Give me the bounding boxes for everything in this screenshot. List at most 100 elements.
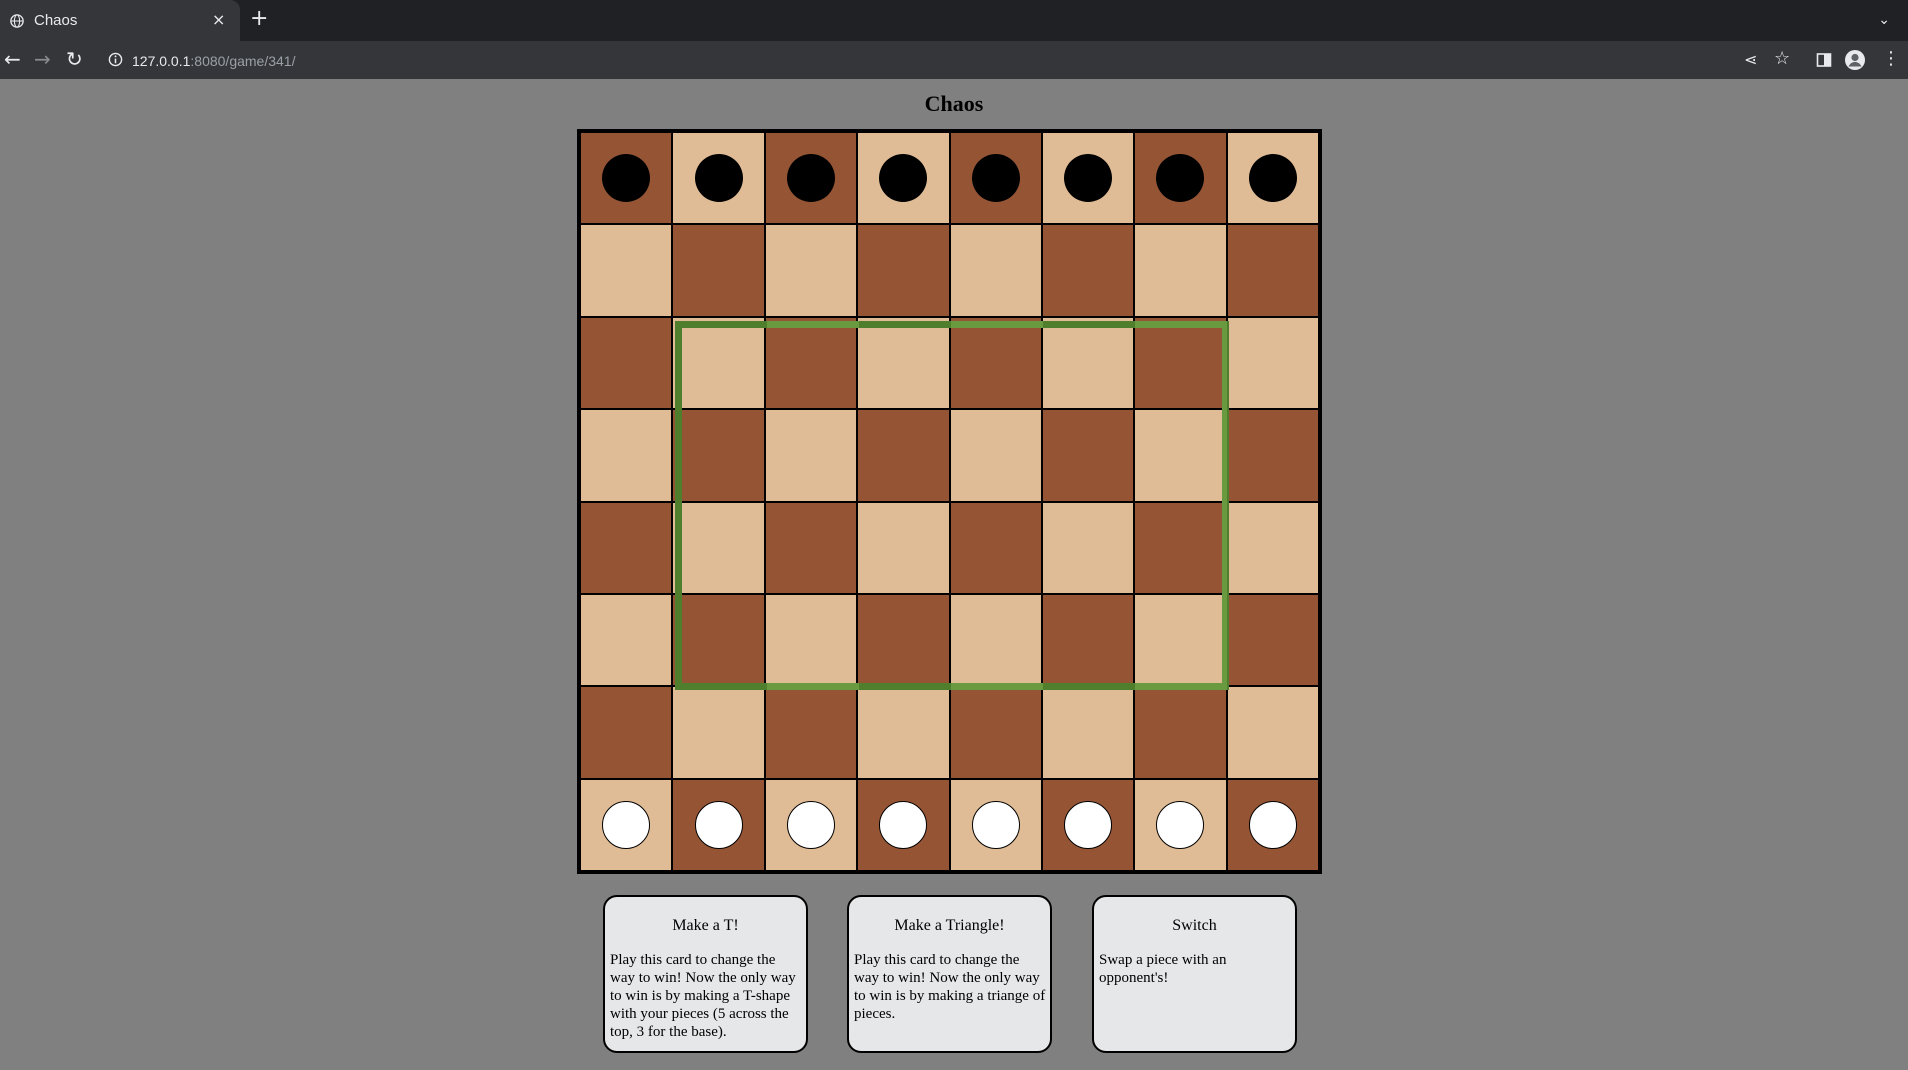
board-square[interactable]: [1135, 502, 1226, 593]
board-square[interactable]: [950, 779, 1041, 870]
board-square[interactable]: [1227, 410, 1318, 501]
board-square[interactable]: [1135, 410, 1226, 501]
board-square[interactable]: [581, 225, 672, 316]
bookmark-star-icon[interactable]: ☆: [1774, 48, 1790, 69]
board-square[interactable]: [1042, 133, 1134, 224]
white-piece[interactable]: [602, 800, 651, 849]
black-piece[interactable]: [1156, 154, 1205, 203]
board-square[interactable]: [1135, 225, 1226, 316]
black-piece[interactable]: [971, 154, 1020, 203]
board-square[interactable]: [581, 133, 672, 224]
board-square[interactable]: [858, 687, 949, 778]
white-piece[interactable]: [1156, 800, 1205, 849]
board-square[interactable]: [765, 594, 857, 686]
board-square[interactable]: [950, 133, 1041, 224]
board-square[interactable]: [950, 410, 1041, 501]
board-square[interactable]: [581, 502, 672, 593]
forward-icon[interactable]: →: [34, 48, 51, 70]
board-square[interactable]: [581, 410, 672, 501]
board-square[interactable]: [673, 594, 764, 686]
board-square[interactable]: [1227, 225, 1318, 316]
board-square[interactable]: [1227, 317, 1318, 409]
address-bar[interactable]: 127.0.0.1:8080/game/341/: [100, 45, 1750, 75]
board-square[interactable]: [950, 687, 1041, 778]
board-square[interactable]: [673, 779, 764, 870]
black-piece[interactable]: [879, 154, 928, 203]
white-piece[interactable]: [1064, 800, 1113, 849]
board-square[interactable]: [581, 317, 672, 409]
black-piece[interactable]: [1064, 154, 1113, 203]
reload-icon[interactable]: ↻: [66, 48, 83, 70]
browser-menu-icon[interactable]: ⋮: [1882, 48, 1900, 69]
white-piece[interactable]: [879, 800, 928, 849]
board-square[interactable]: [765, 133, 857, 224]
board-square[interactable]: [1227, 133, 1318, 224]
board-square[interactable]: [765, 502, 857, 593]
board-square[interactable]: [1042, 317, 1134, 409]
board-square[interactable]: [858, 225, 949, 316]
close-tab-icon[interactable]: ×: [212, 10, 225, 29]
share-icon[interactable]: ⋖: [1744, 50, 1757, 69]
black-piece[interactable]: [1248, 154, 1297, 203]
board-square[interactable]: [1227, 594, 1318, 686]
board-square[interactable]: [858, 502, 949, 593]
board-square[interactable]: [950, 317, 1041, 409]
back-icon[interactable]: ←: [4, 48, 21, 70]
board-square[interactable]: [1042, 687, 1134, 778]
card-make-a-triangle[interactable]: Make a Triangle! Play this card to chang…: [847, 895, 1052, 1053]
board-square[interactable]: [858, 133, 949, 224]
side-panel-icon[interactable]: [1816, 52, 1832, 68]
black-piece[interactable]: [694, 154, 743, 203]
board-square[interactable]: [765, 779, 857, 870]
profile-avatar-icon[interactable]: [1844, 49, 1866, 71]
board-square[interactable]: [1135, 687, 1226, 778]
board-square[interactable]: [673, 317, 764, 409]
board-square[interactable]: [1042, 779, 1134, 870]
board-square[interactable]: [581, 594, 672, 686]
board-square[interactable]: [673, 687, 764, 778]
tab-chaos[interactable]: Chaos ×: [0, 0, 240, 41]
board-square[interactable]: [673, 410, 764, 501]
card-description: Swap a piece with an opponent's!: [1099, 952, 1227, 986]
board-square[interactable]: [1042, 410, 1134, 501]
new-tab-icon[interactable]: +: [250, 8, 268, 30]
board-square[interactable]: [673, 133, 764, 224]
black-piece[interactable]: [602, 154, 651, 203]
board-square[interactable]: [1042, 225, 1134, 316]
board-square[interactable]: [1227, 502, 1318, 593]
board-square[interactable]: [765, 410, 857, 501]
white-piece[interactable]: [694, 800, 743, 849]
board-square[interactable]: [1042, 594, 1134, 686]
board-square[interactable]: [765, 225, 857, 316]
card-title: Make a Triangle!: [894, 917, 1005, 934]
white-piece[interactable]: [971, 800, 1020, 849]
white-piece[interactable]: [1248, 800, 1297, 849]
board-square[interactable]: [581, 687, 672, 778]
board-square[interactable]: [1227, 687, 1318, 778]
board-square[interactable]: [581, 779, 672, 870]
board-square[interactable]: [1135, 317, 1226, 409]
info-icon[interactable]: [108, 52, 123, 67]
board-square[interactable]: [1135, 779, 1226, 870]
black-piece[interactable]: [786, 154, 835, 203]
board-square[interactable]: [765, 687, 857, 778]
board-square[interactable]: [858, 594, 949, 686]
board-square[interactable]: [950, 225, 1041, 316]
board-square[interactable]: [1135, 594, 1226, 686]
card-make-a-t[interactable]: Make a T! Play this card to change the w…: [603, 895, 808, 1053]
board-square[interactable]: [858, 410, 949, 501]
board-square[interactable]: [673, 225, 764, 316]
board-square[interactable]: [858, 317, 949, 409]
board-square[interactable]: [1042, 502, 1134, 593]
tab-search-icon[interactable]: ⌄: [1878, 12, 1890, 28]
board-square[interactable]: [950, 502, 1041, 593]
url-text[interactable]: 127.0.0.1:8080/game/341/: [132, 53, 295, 69]
board-square[interactable]: [858, 779, 949, 870]
board-square[interactable]: [950, 594, 1041, 686]
board-square[interactable]: [1135, 133, 1226, 224]
board-square[interactable]: [765, 317, 857, 409]
card-switch[interactable]: Switch Swap a piece with an opponent's!: [1092, 895, 1297, 1053]
board-square[interactable]: [1227, 779, 1318, 870]
board-square[interactable]: [673, 502, 764, 593]
white-piece[interactable]: [786, 800, 835, 849]
